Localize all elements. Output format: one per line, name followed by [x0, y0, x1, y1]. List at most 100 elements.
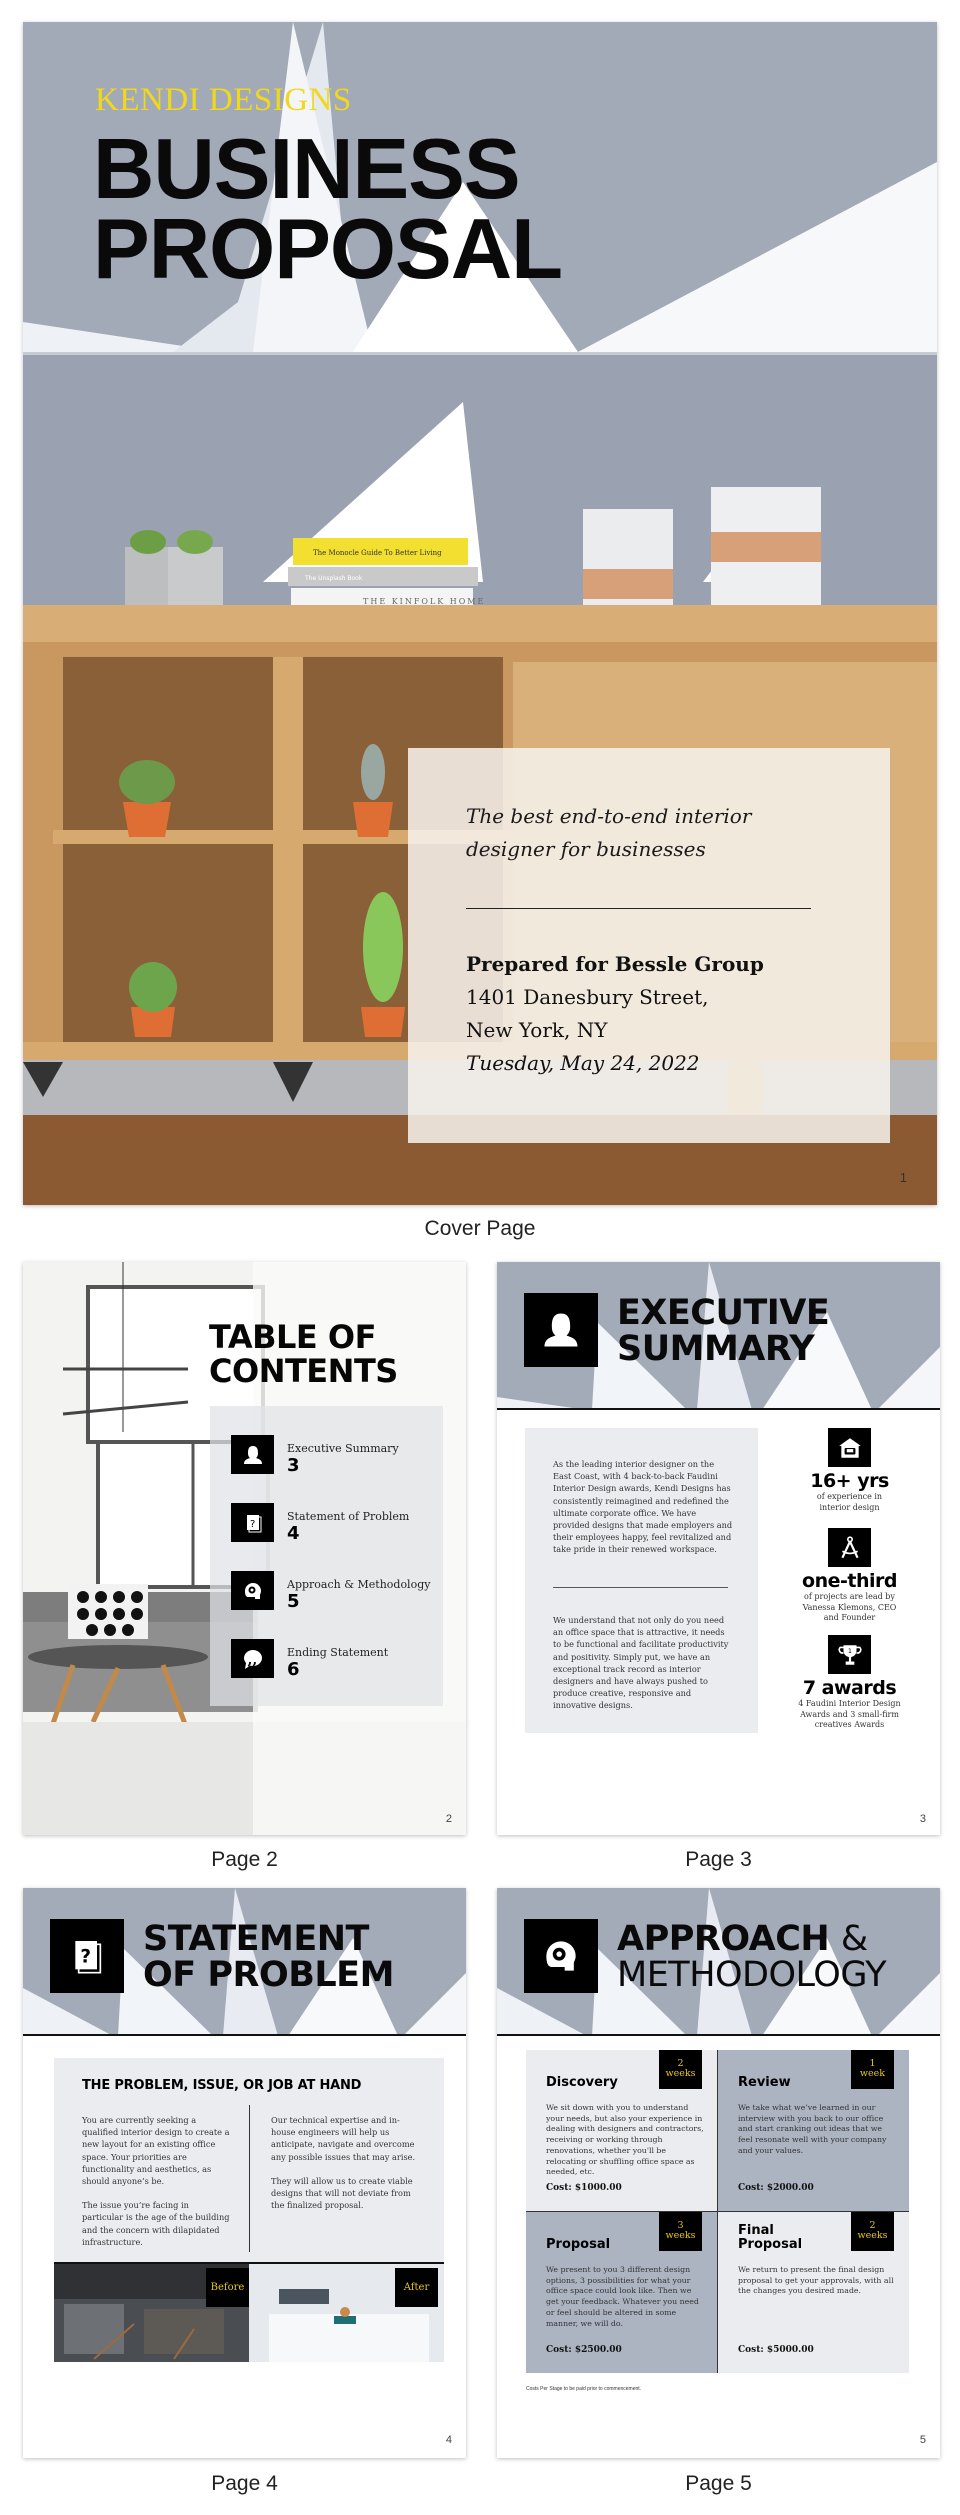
- page-label-5: Page 5: [685, 2472, 752, 2495]
- toc-item-executive-summary[interactable]: Executive Summary 3: [231, 1435, 451, 1479]
- svg-text:The Monocle Guide To Better Li: The Monocle Guide To Better Living: [313, 549, 442, 557]
- approach-page: APPROACH & METHODOLOGY 2 weeks Discovery …: [497, 1888, 940, 2458]
- section-title-line1: APPROACH &: [617, 1921, 886, 1957]
- summary-paragraph-1: As the leading interior designer on the …: [553, 1459, 733, 1555]
- stat-value: one-third: [802, 1570, 897, 1592]
- address-line1: 1401 Danesbury Street,: [466, 985, 709, 1009]
- stat-projects: one-third of projects are lead by Vaness…: [782, 1528, 917, 1624]
- column-divider: [249, 2105, 250, 2252]
- stage-card-review: 1 week Review We take what we’ve learned …: [718, 2050, 909, 2211]
- section-title-line2: SUMMARY: [617, 1329, 815, 1369]
- before-label: Before: [206, 2268, 249, 2307]
- duration-unit: weeks: [857, 2230, 888, 2241]
- stage-card-proposal: 3 weeks Proposal We present to you 3 diff…: [526, 2212, 717, 2373]
- executive-summary-page: EXECUTIVE SUMMARY As the leading interio…: [497, 1262, 940, 1835]
- toc-page: TABLE OF CONTENTS Executive Summary 3 ? …: [23, 1262, 466, 1835]
- cover-info-box: The best end-to-end interior designer fo…: [408, 748, 890, 1143]
- grid-divider: [526, 2211, 909, 2212]
- stages-grid: 2 weeks Discovery We sit down with you to…: [526, 2050, 909, 2373]
- svg-text:?: ?: [250, 1519, 255, 1530]
- section-title: APPROACH & METHODOLOGY: [617, 1921, 887, 1995]
- cover-page: The Monocle Guide To Better Living The U…: [23, 22, 937, 1205]
- section-title-line2: OF PROBLEM: [143, 1955, 394, 1995]
- problem-left-column: You are currently seeking a qualified in…: [82, 2114, 232, 2260]
- duration-unit: weeks: [665, 2068, 696, 2079]
- svg-text:?: ?: [80, 1947, 91, 1968]
- stage-description: We present to you 3 different design opt…: [546, 2265, 699, 2328]
- stage-description: We take what we’ve learned in our interv…: [738, 2103, 887, 2155]
- brand-name: KENDI DESIGNS: [95, 82, 352, 118]
- problem-paragraph: They will allow us to create viable desi…: [271, 2175, 413, 2211]
- divider: [466, 908, 811, 909]
- toc-item-ending-statement[interactable]: ,, Ending Statement 6: [231, 1639, 451, 1683]
- toc-item-page: 3: [287, 1455, 300, 1476]
- user-icon: [231, 1435, 274, 1474]
- stat-awards: 1 7 awards 4 Faudini Interior Design Awa…: [782, 1635, 917, 1731]
- stage-cost: Cost: $2000.00: [738, 2183, 814, 2193]
- stage-description: We return to present the final design pr…: [738, 2265, 894, 2296]
- proposal-date: Tuesday, May 24, 2022: [466, 1051, 700, 1075]
- toc-item-statement-of-problem[interactable]: ? Statement of Problem 4: [231, 1503, 451, 1547]
- toc-title-line2: CONTENTS: [209, 1352, 398, 1390]
- stat-experience: 16+ yrs of experience in interior design: [782, 1428, 917, 1513]
- svg-text:The Unsplash Book: The Unsplash Book: [304, 575, 363, 582]
- gear-head-icon: [524, 1919, 598, 1993]
- toc-item-page: 4: [287, 1523, 300, 1544]
- stage-name: Final Proposal: [738, 2223, 803, 2252]
- stage-name: Proposal: [546, 2237, 611, 2252]
- user-icon: [524, 1293, 598, 1367]
- problem-paragraph: The issue you’re facing in particular is…: [82, 2200, 230, 2247]
- toc-item-approach[interactable]: Approach & Methodology 5: [231, 1571, 451, 1615]
- toc-title: TABLE OF CONTENTS: [209, 1320, 398, 1388]
- page-number: 5: [919, 2434, 926, 2446]
- section-title-line1: EXECUTIVE: [617, 1293, 830, 1333]
- problem-right-column: Our technical expertise and in-house eng…: [271, 2114, 421, 2223]
- stage-description: We sit down with you to understand your …: [546, 2103, 704, 2177]
- section-title: STATEMENT OF PROBLEM: [143, 1921, 394, 1993]
- page-number: 2: [445, 1813, 452, 1825]
- stage-name: Review: [738, 2075, 791, 2090]
- toc-item-label: Approach & Methodology: [287, 1578, 431, 1591]
- toc-title-line1: TABLE OF: [209, 1318, 376, 1356]
- page-number: 3: [919, 1813, 926, 1825]
- trophy-icon: 1: [828, 1635, 871, 1674]
- stat-description: of experience in interior design: [816, 1492, 883, 1512]
- cover-title-line1: BUSINESS: [93, 122, 521, 217]
- duration-badge: 3 weeks: [659, 2212, 702, 2251]
- question-book-icon: ?: [231, 1503, 274, 1542]
- stage-cost: Cost: $2500.00: [546, 2345, 622, 2355]
- duration-badge: 2 weeks: [659, 2050, 702, 2089]
- after-photo: After: [249, 2264, 444, 2362]
- svg-text:THE KINFOLK HOME: THE KINFOLK HOME: [363, 597, 485, 606]
- section-title-line2: METHODOLOGY: [617, 1955, 887, 1995]
- toc-item-label: Executive Summary: [287, 1442, 399, 1455]
- cost-footnote: Costs Per Stage to be paid prior to comm…: [526, 2386, 642, 2392]
- after-label: After: [395, 2268, 438, 2307]
- toc-item-label: Statement of Problem: [287, 1510, 410, 1523]
- gear-head-icon: [231, 1571, 274, 1610]
- summary-paragraph-2: We understand that not only do you need …: [553, 1615, 729, 1711]
- title-ampersand: &: [840, 1919, 868, 1959]
- page-label-2: Page 2: [211, 1848, 278, 1871]
- stage-card-discovery: 2 weeks Discovery We sit down with you to…: [526, 2050, 717, 2211]
- section-header: EXECUTIVE SUMMARY: [497, 1262, 940, 1410]
- divider: [553, 1587, 728, 1588]
- compass-icon: [828, 1528, 871, 1567]
- toc-item-label: Ending Statement: [287, 1646, 389, 1659]
- page-number: 4: [445, 2434, 452, 2446]
- cover-title-line2: PROPOSAL: [93, 202, 563, 297]
- address-line2: New York, NY: [466, 1018, 608, 1042]
- problem-heading: THE PROBLEM, ISSUE, OR JOB AT HAND: [82, 2078, 362, 2093]
- problem-paragraph: You are currently seeking a qualified in…: [82, 2115, 230, 2187]
- house-icon: [828, 1428, 871, 1467]
- stat-value: 7 awards: [802, 1677, 897, 1699]
- stage-cost: Cost: $5000.00: [738, 2345, 814, 2355]
- duration-unit: weeks: [665, 2230, 696, 2241]
- stat-value: 16+ yrs: [810, 1470, 889, 1492]
- section-header: ? STATEMENT OF PROBLEM: [23, 1888, 466, 2036]
- question-book-icon: ?: [50, 1919, 124, 1993]
- toc-item-page: 5: [287, 1591, 300, 1612]
- section-title-line1: STATEMENT: [143, 1919, 369, 1959]
- cover-title: BUSINESS PROPOSAL: [93, 122, 563, 297]
- page-number: 1: [899, 1170, 907, 1185]
